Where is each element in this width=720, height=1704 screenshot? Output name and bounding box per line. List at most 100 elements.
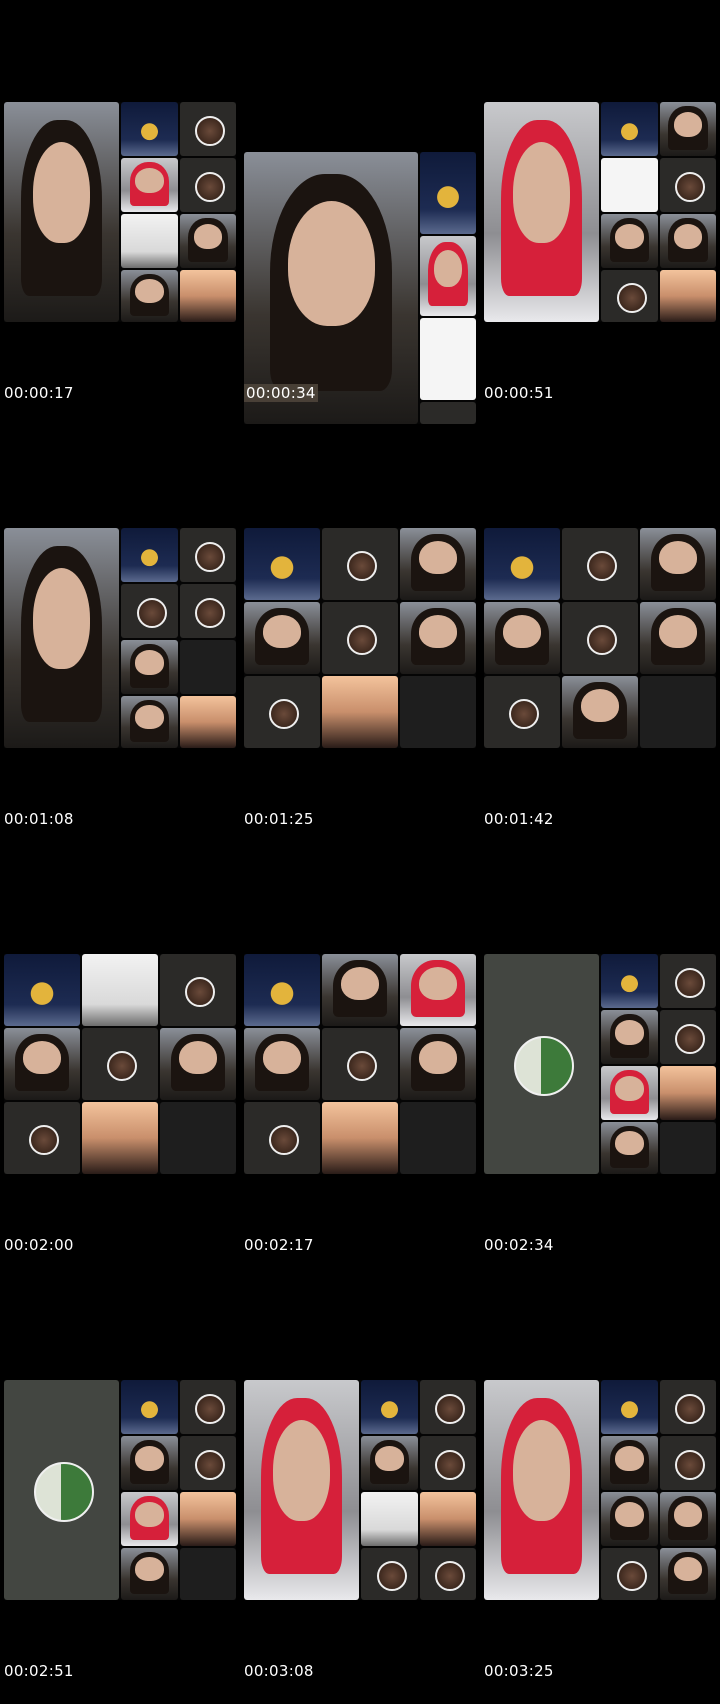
video-grid-frame: [4, 102, 236, 322]
thumbnail-3[interactable]: 00:00:51: [480, 0, 720, 426]
thumbnail-10[interactable]: 00:02:51: [0, 1278, 240, 1704]
participant-tile-main: [484, 102, 599, 322]
participant-tile-empty: [180, 640, 236, 694]
participant-tile: [121, 640, 178, 694]
participant-tile-empty: [160, 1102, 236, 1174]
video-grid-frame: [484, 1380, 716, 1600]
participant-tile-moon: [601, 1380, 658, 1434]
video-grid-frame: [4, 1380, 236, 1600]
participant-tile-avatar: [322, 1028, 398, 1100]
participant-tile: [82, 954, 158, 1026]
participant-tile: [322, 676, 398, 748]
participant-tile: [180, 214, 236, 268]
thumbnail-2[interactable]: 00:00:34: [240, 0, 480, 426]
timestamp-label: 00:03:08: [244, 1662, 314, 1680]
participant-tile: [121, 1436, 178, 1490]
participant-tile-avatar: [180, 528, 236, 582]
participant-tile-empty: [640, 676, 716, 748]
timestamp-label: 00:01:42: [484, 810, 554, 828]
participant-tile: [420, 318, 476, 400]
participant-tile-avatar: [420, 1380, 476, 1434]
thumbnail-7[interactable]: 00:02:00: [0, 852, 240, 1278]
participant-tile: [640, 602, 716, 674]
participant-tile: [121, 696, 178, 748]
participant-tile-avatar: [82, 1028, 158, 1100]
thumbnail-9[interactable]: 00:02:34: [480, 852, 720, 1278]
participant-tile-moon: [121, 528, 178, 582]
participant-tile-main: [244, 1380, 359, 1600]
participant-tile-avatar: [601, 1548, 658, 1600]
participant-tile: [420, 402, 476, 424]
thumbnail-5[interactable]: 00:01:25: [240, 426, 480, 852]
thumbnail-6[interactable]: 00:01:42: [480, 426, 720, 852]
participant-tile: [400, 602, 476, 674]
participant-tile: [420, 1492, 476, 1546]
participant-tile: [121, 1492, 178, 1546]
participant-tile-avatar: [562, 528, 638, 600]
participant-tile-avatar: [660, 1436, 716, 1490]
participant-tile: [400, 1028, 476, 1100]
participant-tile: [322, 1102, 398, 1174]
participant-tile-avatar: [180, 102, 236, 156]
participant-tile-main: [4, 528, 119, 748]
participant-tile-avatar: [601, 270, 658, 322]
participant-tile: [660, 1548, 716, 1600]
participant-tile: [601, 214, 658, 268]
participant-tile: [121, 158, 178, 212]
participant-tile: [244, 602, 320, 674]
video-grid-frame: [244, 528, 476, 748]
participant-tile-moon: [420, 152, 476, 234]
participant-tile-avatar: [180, 158, 236, 212]
participant-tile-avatar: [180, 1436, 236, 1490]
participant-tile: [322, 954, 398, 1026]
participant-tile: [660, 270, 716, 322]
video-grid-frame: [484, 528, 716, 748]
thumbnail-1[interactable]: 00:00:17: [0, 0, 240, 426]
participant-tile: [640, 528, 716, 600]
video-grid-frame: [244, 1380, 476, 1600]
participant-tile-moon: [4, 954, 80, 1026]
participant-tile-avatar: [660, 158, 716, 212]
participant-tile-avatar: [180, 1380, 236, 1434]
participant-tile-avatar: [660, 1010, 716, 1064]
participant-tile-avatar: [160, 954, 236, 1026]
participant-tile-empty: [400, 1102, 476, 1174]
participant-tile-avatar: [361, 1548, 418, 1600]
timestamp-label: 00:02:17: [244, 1236, 314, 1254]
participant-tile-empty: [660, 1122, 716, 1174]
participant-tile: [160, 1028, 236, 1100]
thumbnail-8[interactable]: 00:02:17: [240, 852, 480, 1278]
participant-tile-moon: [361, 1380, 418, 1434]
timestamp-label: 00:03:25: [484, 1662, 554, 1680]
participant-tile-avatar: [420, 1548, 476, 1600]
participant-tile: [601, 1492, 658, 1546]
participant-tile-moon: [484, 528, 560, 600]
timestamp-label: 00:02:34: [484, 1236, 554, 1254]
participant-tile: [660, 1066, 716, 1120]
timestamp-label: 00:00:51: [484, 384, 554, 402]
participant-tile-main-avatar: [484, 954, 599, 1174]
participant-tile: [601, 1066, 658, 1120]
video-grid-frame: [4, 528, 236, 748]
participant-tile: [180, 1492, 236, 1546]
participant-tile: [361, 1492, 418, 1546]
timestamp-label: 00:01:25: [244, 810, 314, 828]
participant-tile: [400, 954, 476, 1026]
participant-tile-moon: [244, 954, 320, 1026]
participant-tile: [484, 602, 560, 674]
participant-tile: [121, 270, 178, 322]
participant-tile: [180, 696, 236, 748]
timestamp-label: 00:01:08: [4, 810, 74, 828]
participant-tile: [660, 214, 716, 268]
thumbnail-4[interactable]: 00:01:08: [0, 426, 240, 852]
participant-tile-moon: [601, 954, 658, 1008]
thumbnail-12[interactable]: 00:03:25: [480, 1278, 720, 1704]
participant-tile-avatar: [121, 584, 178, 638]
participant-tile-main: [484, 1380, 599, 1600]
participant-tile-main-avatar: [4, 1380, 119, 1600]
thumbnail-11[interactable]: 00:03:08: [240, 1278, 480, 1704]
participant-tile-avatar: [660, 954, 716, 1008]
video-grid-frame: [4, 954, 236, 1174]
participant-tile-avatar: [244, 1102, 320, 1174]
participant-tile-avatar: [4, 1102, 80, 1174]
